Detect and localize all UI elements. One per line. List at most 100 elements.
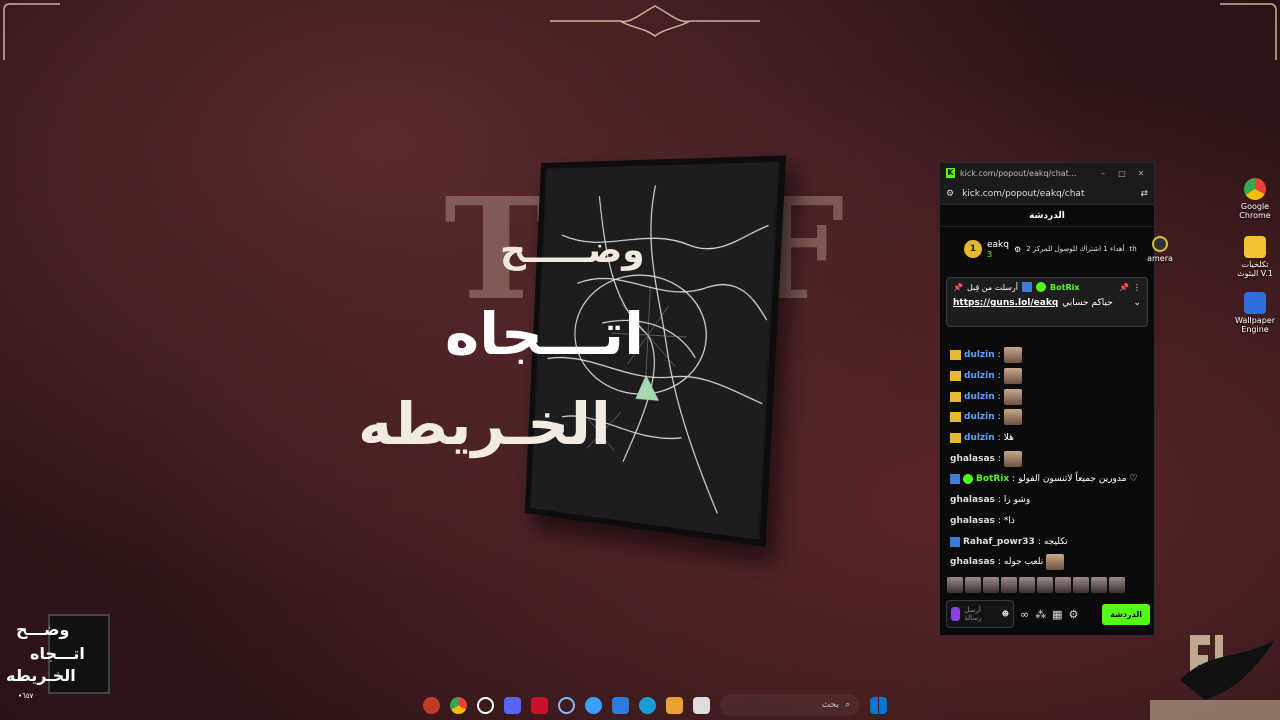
leaderboard-strip[interactable]: 1 eakq 3 ⚙ أهداء 1 اشتراك للوصول للمركز … [940,227,1154,265]
crown-badge-icon [950,350,961,361]
emote-icon [1003,450,1022,467]
obs-icon[interactable] [477,696,494,714]
chat-message[interactable]: dulzin: [950,345,1146,366]
emote-icon[interactable] [1055,577,1071,593]
chrome-taskbar-icon[interactable] [450,696,467,714]
message-username[interactable]: dulzin [964,412,995,422]
hp-icon[interactable] [558,696,575,714]
chat-message[interactable]: ghalasas: [950,448,1146,469]
message-username[interactable]: ghalasas [950,557,995,567]
window-titlebar[interactable]: K kick.com/popout/eakq/chat... – □ ✕ [940,163,1154,183]
discord-icon[interactable] [504,696,521,714]
expand-chevron-icon[interactable]: ⌄ [1133,298,1141,308]
pinned-by-label: أرسلت من قِبل [966,282,1019,292]
message-username[interactable]: dulzin [964,433,995,443]
send-chat-button[interactable]: الدردشة [1102,603,1150,625]
emote-icon[interactable] [1019,577,1035,593]
taskbar-search[interactable]: بحث ⌕ [720,694,860,716]
small-logo-line3: الخـريطه [6,666,76,685]
message-username[interactable]: dulzin [964,350,995,360]
message-username[interactable]: BotRix [976,474,1009,484]
pinned-message[interactable]: 📌 أرسلت من قِبل BotRix 📌 ⋮ https://guns.… [946,277,1148,327]
translate-icon[interactable]: ⇄ [1140,189,1148,199]
url-text[interactable]: kick.com/popout/eakq/chat [962,189,1132,199]
chat-message[interactable]: ghalasas: *ذا [950,511,1146,532]
store-icon[interactable]: ▦ [1052,608,1062,621]
folder-desktop-icon[interactable]: تكلخيات البثوث V.1 [1230,236,1280,278]
more-options-icon[interactable]: ⋮ [1133,283,1141,292]
emote-icon [1046,554,1065,571]
heart-icon: ♡ [1129,474,1138,485]
gift-subscription-text: أهداء 1 اشتراك للوصول للمركز 2 [1026,245,1125,253]
message-username[interactable]: ghalasas [950,495,995,505]
message-username[interactable]: dulzin [964,392,995,402]
infinity-icon[interactable]: ∞ [1020,608,1029,621]
message-username[interactable]: Rahaf_powr33 [963,537,1035,547]
window-title: kick.com/popout/eakq/chat... [960,168,1077,178]
emote-icon[interactable] [983,577,999,593]
recent-emotes-bar[interactable] [947,577,1125,593]
store-taskbar-icon[interactable] [612,696,629,714]
share-icon[interactable]: ⁂ [1035,608,1046,621]
message-username[interactable]: dulzin [964,371,995,381]
edge-icon[interactable] [639,696,656,714]
wallpaper-title-line3: الخـريطه [358,390,611,458]
emote-icon[interactable] [1091,577,1107,593]
message-username[interactable]: ghalasas [950,454,995,464]
emote-icon[interactable] [1037,577,1053,593]
copilot-icon[interactable] [585,696,602,714]
pinned-bot-name[interactable]: BotRix [1050,283,1079,292]
windows-start-icon[interactable] [870,696,887,714]
chat-message[interactable]: Rahaf_powr33: تكليجه [950,531,1146,552]
site-settings-icon[interactable]: ⚙ [946,189,954,199]
wallpaper-title-line1: وضـــــح [500,230,645,271]
app-taskbar-icon[interactable] [693,696,710,714]
chat-message[interactable]: dulzin: [950,366,1146,387]
chat-message-input[interactable]: أرسل رسالة ☻ [946,600,1014,628]
pinned-link[interactable]: https://guns.lol/eakq [953,298,1058,308]
leader-username[interactable]: eakq [987,240,1009,250]
small-logo-line2: اتـــجاه [30,644,85,663]
rank-medal-icon: 1 [964,240,982,258]
chat-message[interactable]: BotRix: مدورين جميعاً لاتنسون الفولو ♡ [950,469,1146,490]
icon-label: Engine [1241,325,1269,334]
emote-icon[interactable] [965,577,981,593]
mcafee-icon[interactable] [531,696,548,714]
emote-icon[interactable] [1109,577,1125,593]
emote-icon[interactable] [947,577,963,593]
close-icon[interactable]: ✕ [1134,169,1148,178]
emoji-picker-icon[interactable]: ☻ [1002,610,1009,618]
chat-message[interactable]: dulzin: هلا [950,428,1146,449]
emote-icon[interactable] [1073,577,1089,593]
emote-icon [1003,388,1022,405]
address-bar[interactable]: ⚙ kick.com/popout/eakq/chat ⇄ [940,183,1154,205]
icon-label: البثوث V.1 [1237,269,1273,278]
icon-label: Google [1240,202,1270,211]
folder-taskbar-icon[interactable] [666,696,683,714]
camera-desktop-icon[interactable]: amera [1140,236,1180,263]
chat-message[interactable]: ghalasas: وشو را [950,490,1146,511]
chat-message[interactable]: dulzin: [950,407,1146,428]
search-placeholder: بحث [821,700,839,710]
crown-badge-icon [950,412,961,423]
crown-badge-icon [950,391,961,402]
small-logo-line1: وضـــح [16,620,70,639]
kick-logo-icon: K [946,168,955,178]
chat-message-list[interactable]: dulzin: dulzin: dulzin: dulzin: dulzin: … [950,345,1146,573]
wallpaper-engine-desktop-icon[interactable]: Wallpaper Engine [1230,292,1280,334]
pin-icon: 📌 [953,282,963,292]
unpin-icon[interactable]: 📌 [1119,283,1129,292]
recorder-icon[interactable] [423,696,440,714]
moderator-badge-icon [950,536,960,547]
elite-level-logo [1150,635,1280,720]
emote-icon[interactable] [1001,577,1017,593]
chrome-desktop-icon[interactable]: Google Chrome [1230,178,1280,220]
chat-message[interactable]: ghalasas: نلعب جوله [950,552,1146,573]
minimize-icon[interactable]: – [1096,169,1110,178]
chat-message[interactable]: dulzin: [950,386,1146,407]
maximize-icon[interactable]: □ [1115,169,1129,178]
kick-chat-window[interactable]: K kick.com/popout/eakq/chat... – □ ✕ ⚙ k… [939,162,1155,636]
verified-badge-icon [963,474,973,485]
settings-gear-icon[interactable]: ⚙ [1069,608,1079,621]
message-username[interactable]: ghalasas [950,516,995,526]
